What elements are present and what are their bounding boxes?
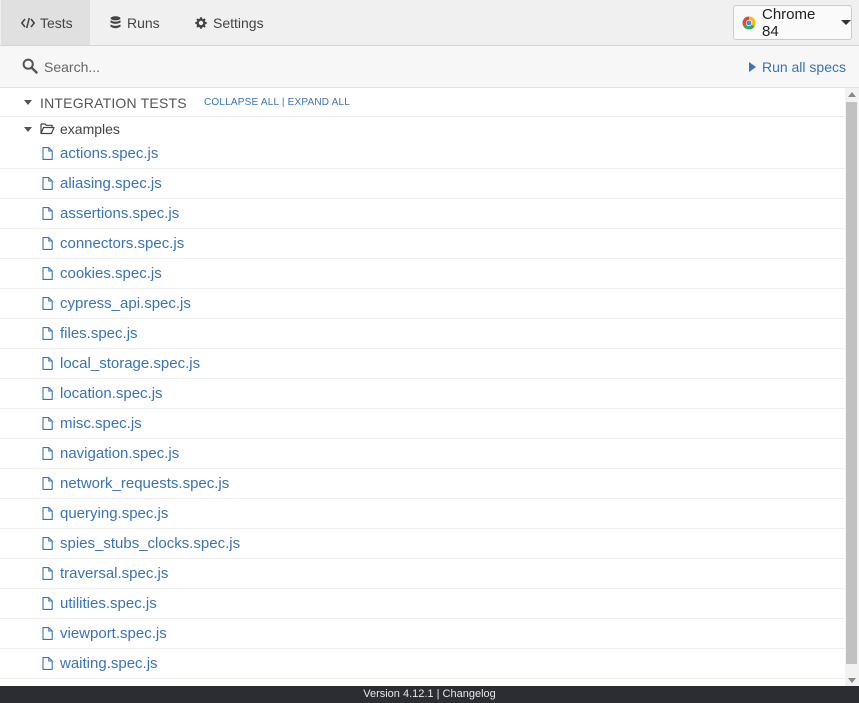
chevron-down-icon [24, 127, 32, 132]
gear-icon [194, 16, 208, 30]
tab-label: Settings [213, 14, 264, 31]
tab-tests[interactable]: Tests [1, 0, 90, 45]
spec-file-label: aliasing.spec.js [60, 175, 162, 192]
scroll-thumb[interactable] [846, 102, 857, 664]
spec-file-row[interactable]: cookies.spec.js [0, 259, 845, 289]
chrome-icon [742, 16, 756, 30]
spec-file-label: utilities.spec.js [60, 595, 157, 612]
spec-file-label: location.spec.js [60, 385, 163, 402]
search-bar: Run all specs [0, 46, 859, 88]
file-icon [42, 267, 53, 280]
file-icon [42, 477, 53, 490]
file-icon [42, 147, 53, 160]
tab-runs[interactable]: Runs [108, 0, 178, 45]
spec-file-row[interactable]: files.spec.js [0, 319, 845, 349]
code-icon [21, 16, 35, 30]
spec-file-row[interactable]: network_requests.spec.js [0, 469, 845, 499]
spec-file-row[interactable]: connectors.spec.js [0, 229, 845, 259]
chevron-down-icon [841, 20, 851, 25]
browser-label: Chrome 84 [762, 5, 816, 40]
database-icon [108, 16, 122, 30]
spec-file-row[interactable]: utilities.spec.js [0, 589, 845, 619]
spec-file-row[interactable]: waiting.spec.js [0, 649, 845, 679]
spec-file-row[interactable]: location.spec.js [0, 379, 845, 409]
spec-file-label: cookies.spec.js [60, 265, 162, 282]
section-title: INTEGRATION TESTS [40, 95, 187, 111]
spec-file-row[interactable]: local_storage.spec.js [0, 349, 845, 379]
footer-separator: | [436, 688, 440, 700]
spec-file-label: misc.spec.js [60, 415, 142, 432]
expand-all-button[interactable]: EXPAND ALL [288, 97, 350, 108]
file-icon [42, 597, 53, 610]
scrollbar[interactable] [845, 88, 859, 686]
spec-file-label: connectors.spec.js [60, 235, 185, 252]
file-icon [42, 507, 53, 520]
scroll-up-icon[interactable] [848, 92, 856, 97]
file-icon [42, 297, 53, 310]
spec-file-label: files.spec.js [60, 325, 138, 342]
spec-file-label: navigation.spec.js [60, 445, 180, 462]
file-icon [42, 357, 53, 370]
spec-file-label: assertions.spec.js [60, 205, 180, 222]
integration-tests-header: INTEGRATION TESTS COLLAPSE ALL | EXPAND … [0, 88, 845, 117]
file-icon [42, 327, 53, 340]
spec-file-label: waiting.spec.js [60, 655, 158, 672]
scroll-down-icon[interactable] [848, 678, 856, 683]
file-icon [42, 207, 53, 220]
spec-file-label: local_storage.spec.js [60, 355, 201, 372]
file-icon [42, 537, 53, 550]
folder-label: examples [60, 121, 120, 137]
run-all-specs-button[interactable]: Run all specs [748, 59, 846, 75]
run-all-label: Run all specs [761, 59, 846, 75]
file-icon [42, 417, 53, 430]
file-icon [42, 177, 53, 190]
file-list: actions.spec.js aliasing.spec.js assertion… [0, 139, 845, 679]
search-input[interactable] [44, 55, 644, 79]
spec-file-row[interactable]: actions.spec.js [0, 139, 845, 169]
tab-label: Runs [127, 14, 160, 31]
spec-file-label: actions.spec.js [60, 145, 159, 162]
file-icon [42, 567, 53, 580]
play-icon [748, 62, 756, 72]
footer: Version 4.12.1 | Changelog [0, 686, 859, 703]
chevron-down-icon[interactable] [24, 100, 32, 105]
spec-file-row[interactable]: navigation.spec.js [0, 439, 845, 469]
version-label: Version 4.12.1 [363, 688, 434, 700]
changelog-link[interactable]: Changelog [443, 688, 496, 700]
file-icon [42, 627, 53, 640]
spec-file-row[interactable]: cypress_api.spec.js [0, 289, 845, 319]
separator: | [281, 97, 285, 108]
spec-file-row[interactable]: aliasing.spec.js [0, 169, 845, 199]
collapse-all-button[interactable]: COLLAPSE ALL [204, 97, 279, 108]
spec-file-row[interactable]: traversal.spec.js [0, 559, 845, 589]
tab-label: Tests [40, 14, 73, 31]
browser-selector[interactable]: Chrome 84 [733, 5, 852, 40]
spec-file-label: cypress_api.spec.js [60, 295, 191, 312]
spec-file-label: network_requests.spec.js [60, 475, 230, 492]
top-nav: Tests Runs Settings Chrome 84 [0, 0, 859, 46]
search-icon [22, 58, 38, 74]
spec-file-row[interactable]: querying.spec.js [0, 499, 845, 529]
folder-open-icon [40, 122, 55, 135]
spec-file-row[interactable]: viewport.spec.js [0, 619, 845, 649]
file-icon [42, 447, 53, 460]
spec-file-row[interactable]: misc.spec.js [0, 409, 845, 439]
spec-file-label: querying.spec.js [60, 505, 169, 522]
spec-file-label: viewport.spec.js [60, 625, 167, 642]
folder-examples[interactable]: examples [0, 117, 845, 141]
file-icon [42, 387, 53, 400]
spec-file-label: spies_stubs_clocks.spec.js [60, 535, 241, 552]
spec-file-row[interactable]: assertions.spec.js [0, 199, 845, 229]
file-icon [42, 657, 53, 670]
spec-file-label: traversal.spec.js [60, 565, 169, 582]
spec-list: INTEGRATION TESTS COLLAPSE ALL | EXPAND … [0, 88, 845, 686]
section-actions: COLLAPSE ALL | EXPAND ALL [204, 97, 350, 108]
spec-file-row[interactable]: spies_stubs_clocks.spec.js [0, 529, 845, 559]
tab-settings[interactable]: Settings [194, 0, 284, 45]
file-icon [42, 237, 53, 250]
